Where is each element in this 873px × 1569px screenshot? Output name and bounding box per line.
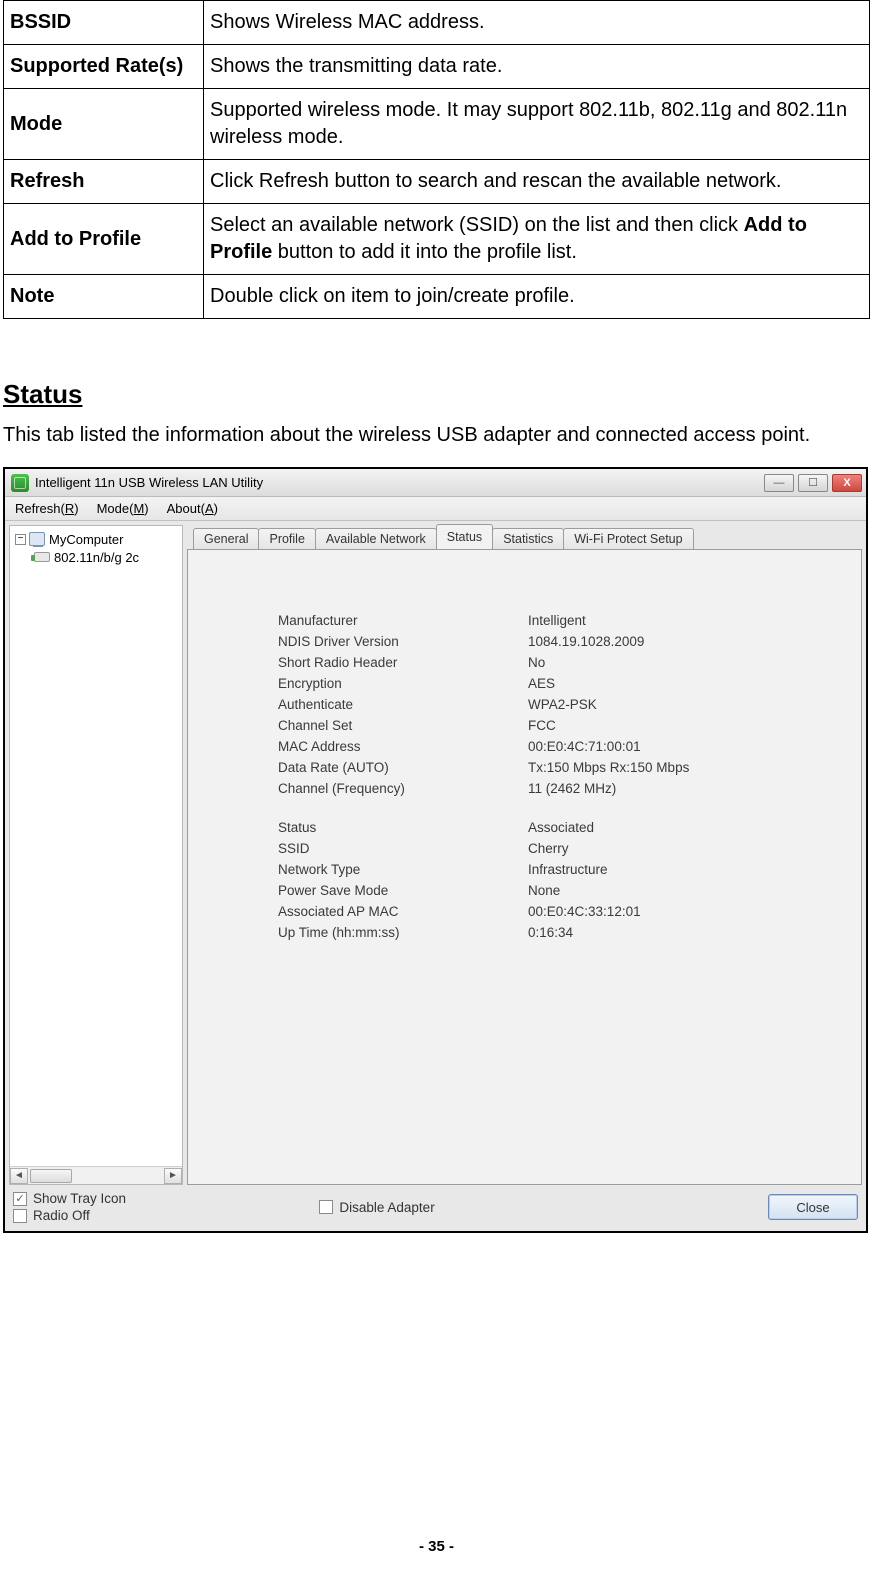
scroll-right-icon[interactable]: ► <box>164 1168 182 1184</box>
status-row: MAC Address00:E0:4C:71:00:01 <box>278 736 851 757</box>
page-number: - 35 - <box>0 1538 873 1555</box>
app-window: Intelligent 11n USB Wireless LAN Utility… <box>3 467 868 1233</box>
tab-general[interactable]: General <box>193 528 259 549</box>
tab-status[interactable]: Status <box>436 524 493 549</box>
bottom-bar: ✓ Show Tray Icon Radio Off Disable Adapt… <box>5 1189 866 1231</box>
def-desc: Select an available network (SSID) on th… <box>204 204 870 275</box>
table-row: Note Double click on item to join/create… <box>4 275 870 319</box>
def-label: Mode <box>4 89 204 160</box>
tree-root-label: MyComputer <box>49 532 123 547</box>
tab-wifi-protect-setup[interactable]: Wi-Fi Protect Setup <box>563 528 693 549</box>
menu-mode[interactable]: Mode(M) <box>97 501 149 516</box>
definition-table: BSSID Shows Wireless MAC address. Suppor… <box>3 0 870 319</box>
tree-child[interactable]: 802.11n/b/g 2c <box>12 548 180 566</box>
close-window-button[interactable]: X <box>832 474 862 492</box>
minimize-button[interactable]: — <box>764 474 794 492</box>
table-row: Mode Supported wireless mode. It may sup… <box>4 89 870 160</box>
checkbox-label: Show Tray Icon <box>33 1191 126 1206</box>
collapse-icon[interactable]: − <box>15 534 26 545</box>
status-row: NDIS Driver Version1084.19.1028.2009 <box>278 631 851 652</box>
table-row: BSSID Shows Wireless MAC address. <box>4 1 870 45</box>
desc-text: button to add it into the profile list. <box>272 241 577 263</box>
status-row: Channel (Frequency)11 (2462 MHz) <box>278 778 851 799</box>
tree-scrollbar[interactable]: ◄ ► <box>10 1166 182 1184</box>
tree-child-label: 802.11n/b/g 2c <box>54 550 139 565</box>
scroll-thumb[interactable] <box>30 1169 72 1183</box>
checkbox-radio-off[interactable]: Radio Off <box>13 1208 126 1223</box>
title-bar[interactable]: Intelligent 11n USB Wireless LAN Utility… <box>5 469 866 497</box>
tab-statistics[interactable]: Statistics <box>492 528 564 549</box>
device-tree[interactable]: − MyComputer 802.11n/b/g 2c ◄ ► <box>9 525 183 1185</box>
window-title: Intelligent 11n USB Wireless LAN Utility <box>35 475 263 490</box>
table-row: Refresh Click Refresh button to search a… <box>4 160 870 204</box>
def-label: BSSID <box>4 1 204 45</box>
checkbox-show-tray-icon[interactable]: ✓ Show Tray Icon <box>13 1191 126 1206</box>
menu-bar: Refresh(R) Mode(M) About(A) <box>5 497 866 521</box>
table-row: Supported Rate(s) Shows the transmitting… <box>4 45 870 89</box>
tree-root[interactable]: − MyComputer <box>12 530 180 548</box>
checkbox-label: Radio Off <box>33 1208 90 1223</box>
def-desc: Supported wireless mode. It may support … <box>204 89 870 160</box>
def-desc: Shows Wireless MAC address. <box>204 1 870 45</box>
maximize-button[interactable]: ☐ <box>798 474 828 492</box>
status-row: Up Time (hh:mm:ss)0:16:34 <box>278 922 851 943</box>
status-row: Channel SetFCC <box>278 715 851 736</box>
table-row: Add to Profile Select an available netwo… <box>4 204 870 275</box>
def-label: Supported Rate(s) <box>4 45 204 89</box>
section-heading: Status <box>3 379 870 410</box>
status-row: Short Radio HeaderNo <box>278 652 851 673</box>
def-label: Add to Profile <box>4 204 204 275</box>
checkbox-label: Disable Adapter <box>339 1200 434 1215</box>
computer-icon <box>29 532 45 546</box>
status-row: ManufacturerIntelligent <box>278 610 851 631</box>
adapter-icon <box>34 552 50 562</box>
tab-profile[interactable]: Profile <box>258 528 315 549</box>
status-row: StatusAssociated <box>278 817 851 838</box>
def-desc: Shows the transmitting data rate. <box>204 45 870 89</box>
status-row: EncryptionAES <box>278 673 851 694</box>
section-intro: This tab listed the information about th… <box>3 424 870 447</box>
tab-available-network[interactable]: Available Network <box>315 528 437 549</box>
status-row: SSIDCherry <box>278 838 851 859</box>
checkbox-icon[interactable] <box>13 1209 27 1223</box>
checkbox-disable-adapter[interactable]: Disable Adapter <box>319 1200 434 1215</box>
status-row: AuthenticateWPA2-PSK <box>278 694 851 715</box>
menu-about[interactable]: About(A) <box>167 501 218 516</box>
checkbox-icon[interactable] <box>319 1200 333 1214</box>
status-row: Power Save ModeNone <box>278 880 851 901</box>
status-panel: ManufacturerIntelligent NDIS Driver Vers… <box>187 549 862 1185</box>
status-row: Data Rate (AUTO)Tx:150 Mbps Rx:150 Mbps <box>278 757 851 778</box>
desc-text: Select an available network (SSID) on th… <box>210 214 744 236</box>
status-row: Associated AP MAC00:E0:4C:33:12:01 <box>278 901 851 922</box>
def-label: Note <box>4 275 204 319</box>
tab-strip: General Profile Available Network Status… <box>187 525 862 549</box>
def-desc: Click Refresh button to search and resca… <box>204 160 870 204</box>
close-button[interactable]: Close <box>768 1194 858 1220</box>
menu-refresh[interactable]: Refresh(R) <box>15 501 79 516</box>
scroll-left-icon[interactable]: ◄ <box>10 1168 28 1184</box>
checkbox-icon[interactable]: ✓ <box>13 1192 27 1206</box>
def-desc: Double click on item to join/create prof… <box>204 275 870 319</box>
def-label: Refresh <box>4 160 204 204</box>
status-row: Network TypeInfrastructure <box>278 859 851 880</box>
app-icon <box>11 474 29 492</box>
